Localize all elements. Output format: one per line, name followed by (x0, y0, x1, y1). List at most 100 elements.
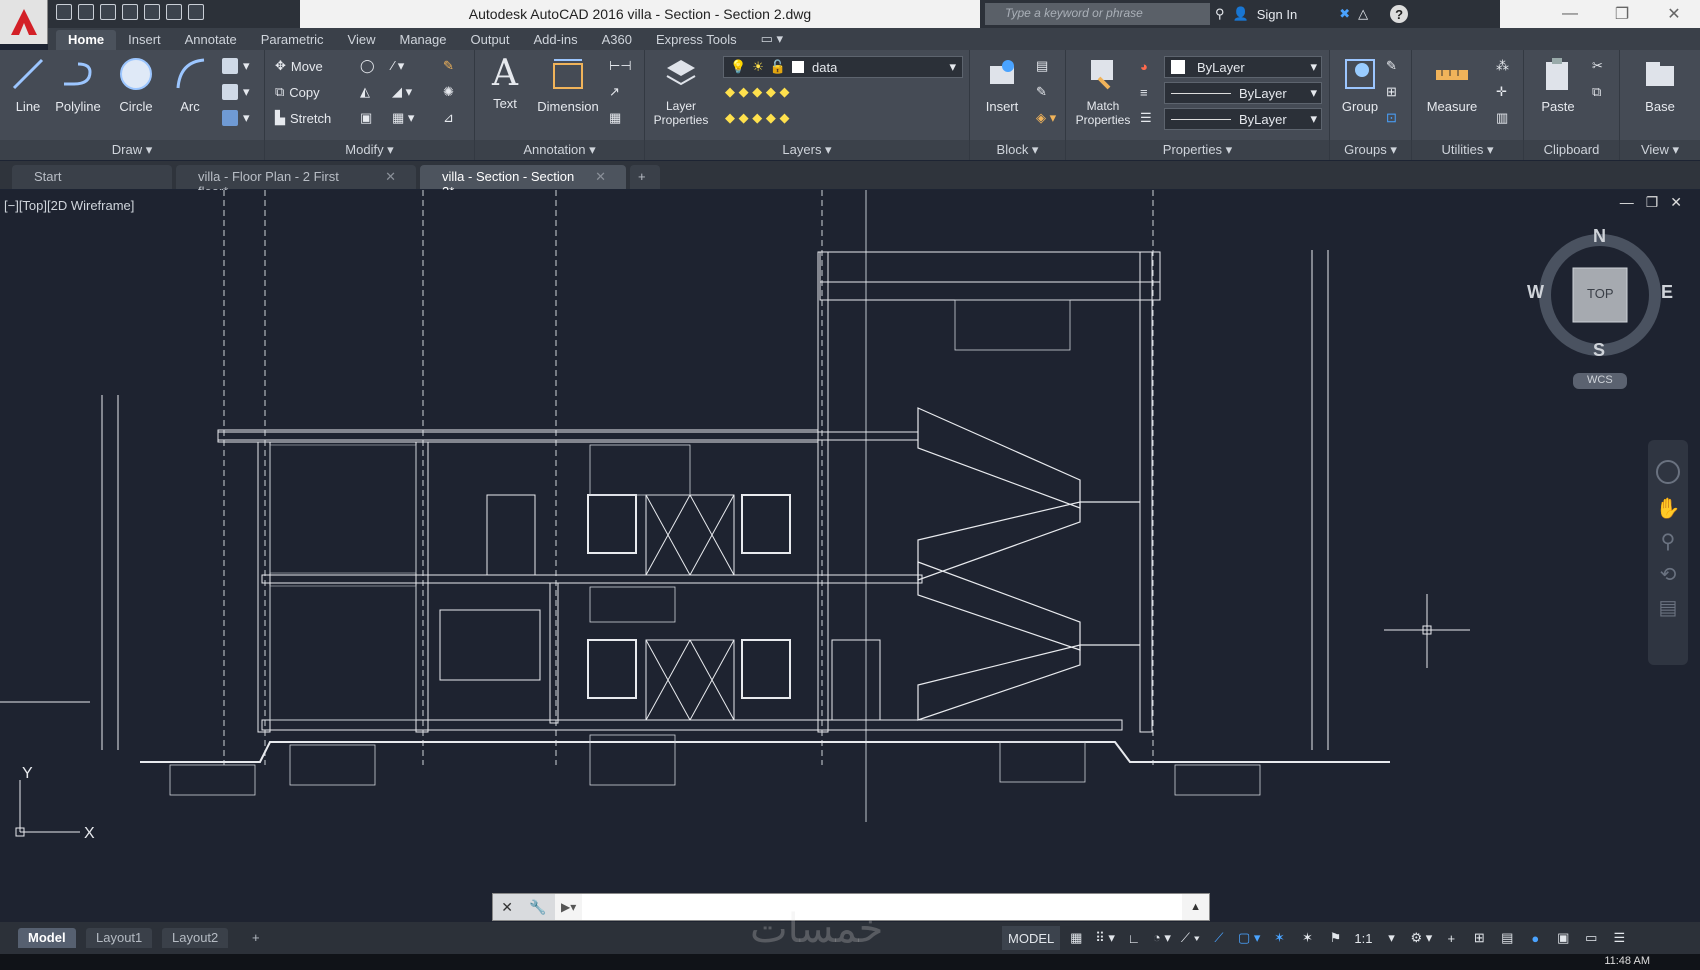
sign-in-label[interactable]: Sign In (1257, 7, 1297, 22)
cut-button[interactable]: ✂ (1592, 56, 1603, 76)
annotation-scale-icon[interactable]: ⚑ (1323, 926, 1347, 950)
object-snap-tracking-icon[interactable]: ⟋ (1207, 926, 1231, 950)
hardware-accel-icon[interactable]: ▣ (1551, 926, 1575, 950)
measure-button[interactable]: Measure (1420, 56, 1484, 114)
tab-home[interactable]: Home (56, 30, 117, 50)
layer-tools-row-1[interactable]: ◆ ◆ ◆ ◆ ◆ (725, 82, 789, 102)
viewport-controls-label[interactable]: [−][Top][2D Wireframe] (4, 198, 134, 213)
tab-a360[interactable]: A360 (590, 30, 644, 50)
arc-button[interactable]: Arc (162, 56, 218, 114)
save-as-icon[interactable] (122, 4, 138, 20)
erase-button[interactable]: ✎ (443, 56, 454, 76)
color-wheel-button[interactable]: ◕ (1140, 56, 1148, 76)
grid-icon[interactable]: ▦ (1064, 926, 1088, 950)
viewcube-e[interactable]: E (1661, 282, 1673, 303)
viewcube-top-face[interactable]: TOP (1587, 286, 1614, 301)
doc-tab-floor-plan[interactable]: villa - Floor Plan - 2 First floor* ✕ (176, 165, 416, 199)
close-tab-icon[interactable]: ✕ (385, 169, 396, 189)
copy-clip-button[interactable]: ⧉ (1592, 82, 1601, 102)
dimension-button[interactable]: Dimension (533, 56, 603, 114)
annotation-visibility-icon[interactable]: ✶ (1267, 926, 1291, 950)
exchange-icon[interactable]: ✖ (1339, 6, 1350, 22)
linetype-dropdown[interactable]: ByLayer ▾ (1164, 82, 1322, 104)
utilities-panel-title[interactable]: Utilities ▾ (1412, 140, 1523, 160)
new-tab-button[interactable]: + (630, 165, 660, 189)
polyline-button[interactable]: Polyline (50, 56, 106, 114)
match-properties-button[interactable]: Match Properties (1070, 56, 1136, 127)
modify-panel-title[interactable]: Modify ▾ (265, 140, 474, 160)
layout-tab-layout2[interactable]: Layout2 (162, 928, 229, 948)
cmd-prompt-icon[interactable]: ▶▾ (555, 900, 582, 914)
annotation-scale-value[interactable]: 1:1 (1351, 926, 1375, 950)
properties-panel-title[interactable]: Properties ▾ (1066, 140, 1329, 160)
a360-icon[interactable]: △ (1358, 6, 1368, 22)
tab-annotate[interactable]: Annotate (173, 30, 249, 50)
layer-tools-row-2[interactable]: ◆ ◆ ◆ ◆ ◆ (725, 108, 789, 128)
viewport-minimize-icon[interactable]: — (1620, 194, 1634, 211)
open-icon[interactable] (78, 4, 94, 20)
viewport-restore-icon[interactable]: ❐ (1646, 194, 1659, 211)
customize-cmd-icon[interactable]: 🔧 (529, 899, 546, 916)
circle-button[interactable]: Circle (108, 56, 164, 114)
layers-panel-title[interactable]: Layers ▾ (645, 140, 969, 160)
pan-icon[interactable]: ✋ (1648, 496, 1688, 521)
fillet-button[interactable]: ◢ ▾ (392, 82, 412, 102)
snap-icon[interactable]: ⠿ ▾ (1092, 926, 1118, 950)
viewcube[interactable]: N S W E TOP WCS (1525, 226, 1675, 400)
viewport-close-icon[interactable]: ✕ (1670, 194, 1682, 211)
customization-menu-icon[interactable]: ☰ (1607, 926, 1631, 950)
ribbon-minimize-toggle[interactable]: ▭ ▾ (749, 29, 795, 50)
lineweight-dropdown[interactable]: ByLayer ▾ (1164, 108, 1322, 130)
line-button[interactable]: Line (0, 56, 56, 114)
application-menu-button[interactable] (0, 0, 48, 44)
mirror-button[interactable]: ◭ (360, 82, 370, 102)
undo-icon[interactable] (166, 4, 182, 20)
ungroup-button[interactable]: ✎ (1386, 56, 1397, 76)
create-block-button[interactable]: ▤ (1036, 56, 1048, 76)
close-button[interactable]: ✕ (1648, 0, 1700, 28)
array-button[interactable]: ▦ ▾ (392, 108, 414, 128)
minimize-button[interactable]: — (1544, 0, 1596, 28)
polar-icon[interactable]: ◔ ▾ (1150, 926, 1174, 950)
layer-properties-button[interactable]: Layer Properties (649, 56, 713, 127)
viewcube-n[interactable]: N (1593, 226, 1606, 247)
linetype-button[interactable]: ≡ (1140, 82, 1148, 102)
tab-manage[interactable]: Manage (388, 30, 459, 50)
explode-button[interactable]: ✺ (443, 82, 454, 102)
offset-button[interactable]: ⊿ (443, 108, 454, 128)
tab-add-ins[interactable]: Add-ins (522, 30, 590, 50)
clipboard-panel-title[interactable]: Clipboard (1524, 140, 1619, 160)
units-icon[interactable]: ⊞ (1467, 926, 1491, 950)
stretch-button[interactable]: ▙ Stretch (275, 108, 331, 128)
lineweight-button[interactable]: ☰ (1140, 108, 1152, 128)
zoom-icon[interactable]: ⚲ (1648, 529, 1688, 554)
isolate-objects-icon[interactable]: ● (1523, 926, 1547, 950)
help-icon[interactable]: ? (1390, 5, 1409, 23)
showmotion-icon[interactable]: ▤ (1648, 595, 1688, 620)
orbit-icon[interactable]: ⟲ (1648, 562, 1688, 587)
trim-button[interactable]: ⁄ ▾ (392, 56, 404, 76)
tab-express-tools[interactable]: Express Tools (644, 30, 749, 50)
tab-output[interactable]: Output (458, 30, 521, 50)
calculator-button[interactable]: ▥ (1496, 108, 1508, 128)
edit-block-button[interactable]: ✎ (1036, 82, 1047, 102)
redo-icon[interactable] (188, 4, 204, 20)
base-button[interactable]: Base (1632, 56, 1688, 114)
plot-icon[interactable] (144, 4, 160, 20)
close-cmd-icon[interactable]: ✕ (501, 899, 513, 916)
layer-dropdown[interactable]: 💡 ☀ 🔓 data ▾ (723, 56, 963, 78)
table-button[interactable]: ▦ (609, 108, 621, 128)
group-button[interactable]: Group (1332, 56, 1388, 114)
object-snap-icon[interactable]: ▢ ▾ (1235, 926, 1263, 950)
auto-scale-icon[interactable]: ✶ (1295, 926, 1319, 950)
paste-button[interactable]: Paste (1530, 56, 1586, 114)
tab-insert[interactable]: Insert (116, 30, 173, 50)
insert-button[interactable]: Insert (974, 56, 1030, 114)
restore-button[interactable]: ❐ (1596, 0, 1648, 28)
ortho-icon[interactable]: ∟ (1122, 926, 1146, 950)
viewcube-w[interactable]: W (1527, 282, 1544, 303)
leader-button[interactable]: ↗ (609, 82, 620, 102)
hatch-button[interactable]: ▾ (222, 82, 250, 102)
close-tab-icon[interactable]: ✕ (595, 169, 606, 189)
wcs-menu[interactable]: WCS (1587, 374, 1613, 386)
